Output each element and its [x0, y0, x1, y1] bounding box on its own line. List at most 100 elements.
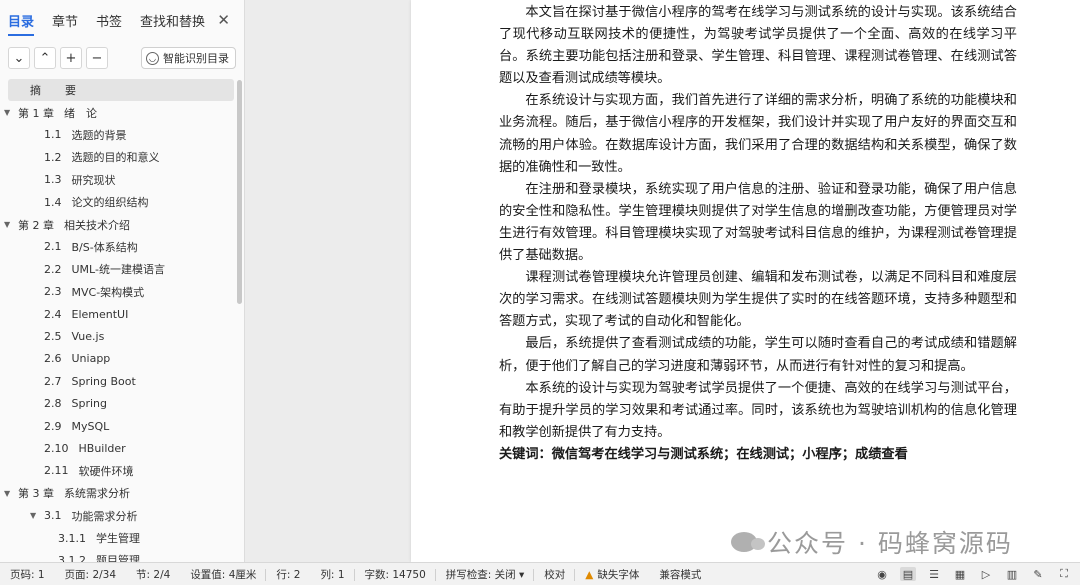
- toc-item[interactable]: 2.8 Spring: [0, 392, 236, 414]
- view-icons: ◉ ▤ ☰ ▦ ▷ ▥ ✎ ⛶: [864, 567, 1080, 581]
- toc-item-number: 2.8: [44, 397, 62, 411]
- toc-item[interactable]: 2.5 Vue.js: [0, 325, 236, 347]
- toc-item[interactable]: ▼ 3.1 功能需求分析: [0, 504, 236, 526]
- toc-item-title: 相关技术介绍: [64, 218, 130, 232]
- toc-item-title: 系统需求分析: [64, 487, 130, 501]
- expand-arrow-icon[interactable]: ▼: [4, 108, 14, 117]
- toc-item[interactable]: 2.4 ElementUI: [0, 303, 236, 325]
- navigation-pane: 目录 章节 书签 查找和替换 ✕ ⌄ ⌃ + − ◡ 智能识别目录 摘要 ▼ 第 1…: [0, 0, 245, 562]
- expand-arrow-icon[interactable]: ▼: [30, 511, 40, 520]
- warning-icon: ▲: [585, 568, 594, 581]
- paragraph: 在注册和登录模块，系统实现了用户信息的注册、验证和登录功能，确保了用户信息的安全…: [499, 181, 1017, 264]
- tab-find-replace[interactable]: 查找和替换: [140, 1, 205, 40]
- minus-icon[interactable]: −: [86, 47, 108, 69]
- toc-item[interactable]: 2.10 HBuilder: [0, 437, 236, 459]
- toc-item-title: MVC-架构模式: [71, 285, 145, 299]
- toc-item-title: HBuilder: [78, 441, 126, 455]
- toc-item[interactable]: 3.1.2 题目管理: [0, 549, 236, 562]
- status-setting[interactable]: 设置值: 4厘米: [180, 567, 267, 582]
- toc-item[interactable]: 1.1 选题的背景: [0, 124, 236, 146]
- chevron-up-icon[interactable]: ⌃: [34, 47, 56, 69]
- toc-toolbar: ⌄ ⌃ + − ◡ 智能识别目录: [8, 46, 236, 70]
- status-column[interactable]: 列: 1: [310, 567, 355, 582]
- toc-item-number: 摘: [30, 84, 41, 98]
- close-icon[interactable]: ✕: [217, 11, 230, 29]
- fullscreen-icon[interactable]: ⛶: [1056, 567, 1072, 581]
- eye-icon[interactable]: ◉: [874, 567, 890, 581]
- status-proofread[interactable]: 校对: [534, 567, 576, 582]
- page-view-icon[interactable]: ▤: [900, 567, 916, 581]
- toc-item[interactable]: 2.11 软硬件环境: [0, 460, 236, 482]
- status-pages[interactable]: 页面: 2/34: [55, 567, 126, 582]
- paragraph: 最后，系统提供了查看测试成绩的功能，学生可以随时查看自己的考试成绩和错题解析，便…: [499, 336, 1017, 374]
- toc-item-number: 3.1: [44, 509, 62, 523]
- pen-icon[interactable]: ✎: [1030, 567, 1046, 581]
- toc-item[interactable]: 1.3 研究现状: [0, 169, 236, 191]
- document-area: 本文旨在探讨基于微信小程序的驾考在线学习与测试系统的设计与实现。该系统结合了现代…: [245, 0, 1080, 562]
- status-word-count[interactable]: 字数: 14750: [355, 567, 437, 582]
- toc-item[interactable]: ▼ 第 3 章系统需求分析: [0, 482, 236, 504]
- toc-item-title: ElementUI: [71, 307, 129, 321]
- toc-item[interactable]: ▼ 第 2 章相关技术介绍: [0, 213, 236, 235]
- toc-item-title: UML-统一建模语言: [71, 263, 165, 277]
- toc-item-number: 2.3: [44, 285, 62, 299]
- toc-item-title: 软硬件环境: [78, 464, 134, 478]
- toc-item[interactable]: 1.2 选题的目的和意义: [0, 146, 236, 168]
- toc-item-number: 第 2 章: [18, 218, 54, 232]
- outline-view-icon[interactable]: ☰: [926, 567, 942, 581]
- toc-item[interactable]: 2.1 B/S-体系结构: [0, 236, 236, 258]
- expand-arrow-icon[interactable]: ▼: [4, 489, 14, 498]
- toc-item-title: 论文的组织结构: [71, 196, 149, 210]
- toc-item[interactable]: 2.7 Spring Boot: [0, 370, 236, 392]
- smart-recognize-label: 智能识别目录: [163, 52, 229, 65]
- toc-item-title: Vue.js: [71, 329, 105, 343]
- toc-item-title: 研究现状: [71, 173, 116, 187]
- toc-item-number: 3.1.1: [58, 531, 86, 545]
- toc-item-number: 2.4: [44, 307, 62, 321]
- status-page-number[interactable]: 页码: 1: [0, 567, 55, 582]
- tab-chapters[interactable]: 章节: [52, 1, 78, 40]
- toc-item[interactable]: 2.3 MVC-架构模式: [0, 281, 236, 303]
- toc-item-title: MySQL: [71, 419, 110, 433]
- play-icon[interactable]: ▷: [978, 567, 994, 581]
- status-line[interactable]: 行: 2: [266, 567, 310, 582]
- status-spell-check[interactable]: 拼写检查: 关闭 ▾: [436, 567, 535, 582]
- toc-item-number: 1.3: [44, 173, 62, 187]
- toc-item-number: 2.2: [44, 262, 62, 276]
- toc-item-title: 绪 论: [64, 106, 97, 120]
- status-missing-fonts[interactable]: ▲ 缺失字体: [575, 567, 649, 582]
- toc-item[interactable]: 2.9 MySQL: [0, 415, 236, 437]
- watermark: 公众号 · 码蜂窝源码: [731, 524, 1013, 560]
- toc-item[interactable]: 3.1.1 学生管理: [0, 527, 236, 549]
- status-section[interactable]: 节: 2/4: [126, 567, 180, 582]
- toc-item[interactable]: 2.6 Uniapp: [0, 348, 236, 370]
- toc-item[interactable]: 摘要: [8, 79, 234, 102]
- toc-item-number: 2.9: [44, 419, 62, 433]
- toc-item[interactable]: 2.2 UML-统一建模语言: [0, 258, 236, 280]
- tab-toc[interactable]: 目录: [8, 1, 35, 40]
- smart-icon: ◡: [146, 51, 159, 65]
- tab-bookmarks[interactable]: 书签: [96, 1, 122, 40]
- toc-item[interactable]: 1.4 论文的组织结构: [0, 191, 236, 213]
- toc-item-title: Spring: [71, 397, 108, 411]
- read-mode-icon[interactable]: ▥: [1004, 567, 1020, 581]
- toc-item-title: 选题的目的和意义: [71, 151, 160, 165]
- plus-icon[interactable]: +: [60, 47, 82, 69]
- smart-recognize-toc-button[interactable]: ◡ 智能识别目录: [141, 47, 236, 69]
- paragraph: 在系统设计与实现方面，我们首先进行了详细的需求分析，明确了系统的功能模块和业务流…: [499, 93, 1017, 175]
- toc-item-title: 选题的背景: [71, 128, 127, 142]
- expand-arrow-icon[interactable]: ▼: [4, 220, 14, 229]
- web-view-icon[interactable]: ▦: [952, 567, 968, 581]
- toc-scrollbar[interactable]: [237, 80, 242, 304]
- toc-item[interactable]: ▼ 第 1 章绪 论: [0, 101, 236, 123]
- document-page: 本文旨在探讨基于微信小程序的驾考在线学习与测试系统的设计与实现。该系统结合了现代…: [411, 0, 1080, 562]
- status-compat-mode[interactable]: 兼容模式: [649, 567, 711, 582]
- toc-item-number: 2.7: [44, 374, 62, 388]
- toc-item-number: 第 3 章: [18, 487, 54, 501]
- toc-item-number: 1.2: [44, 150, 62, 164]
- toc-item-number: 1.1: [44, 128, 62, 142]
- document-body[interactable]: 本文旨在探讨基于微信小程序的驾考在线学习与测试系统的设计与实现。该系统结合了现代…: [499, 2, 1017, 466]
- chevron-down-icon[interactable]: ⌄: [8, 47, 30, 69]
- watermark-text: 公众号 · 码蜂窝源码: [767, 529, 1013, 558]
- toc-item-number: 第 1 章: [18, 106, 54, 120]
